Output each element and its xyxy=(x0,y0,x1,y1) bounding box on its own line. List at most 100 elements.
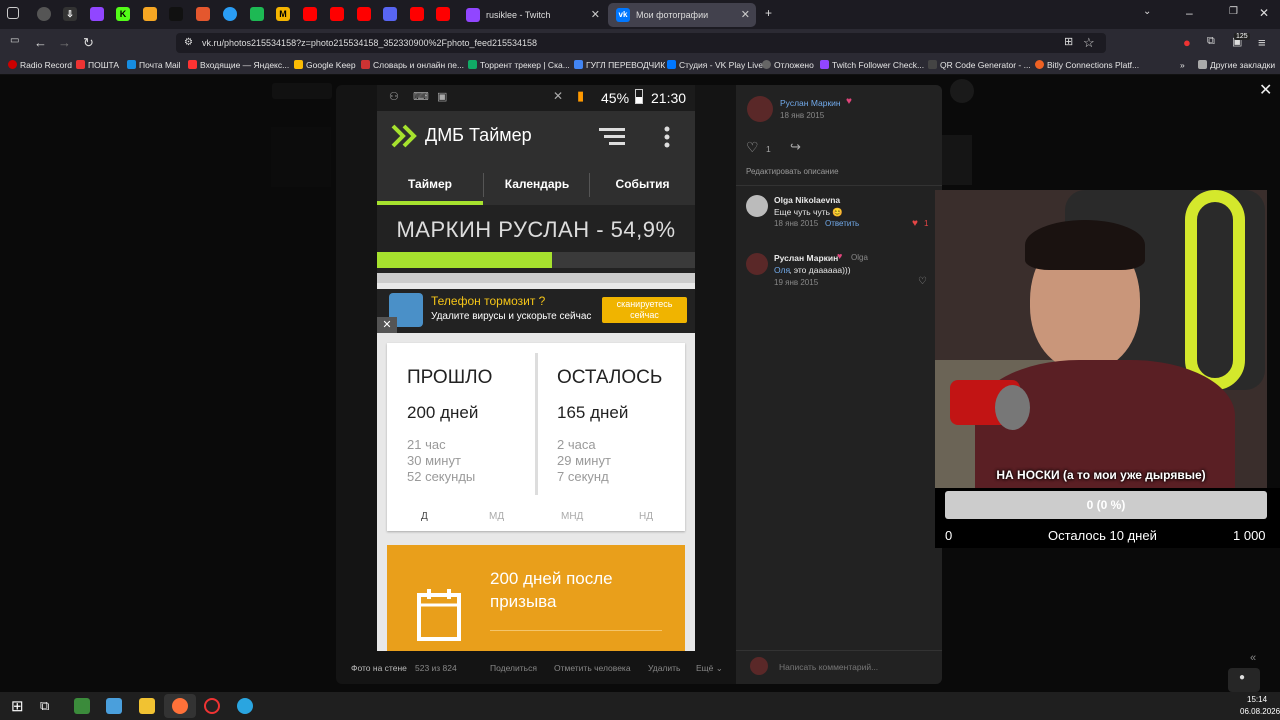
comment-author[interactable]: Руслан Маркин xyxy=(774,253,838,263)
ad-close-icon[interactable]: ✕ xyxy=(377,317,397,333)
comment-author[interactable]: Olga Nikolaevna xyxy=(774,195,840,205)
tab-vk-photos[interactable]: vk Мои фотографии ✕ xyxy=(608,3,756,27)
app-icon[interactable] xyxy=(106,698,122,714)
calculator-icon[interactable] xyxy=(74,698,90,714)
avatar[interactable] xyxy=(746,253,768,275)
briefcase-icon: ▣ xyxy=(437,91,448,103)
donation-tab-icon[interactable] xyxy=(143,7,157,21)
site-tab-icon-3[interactable] xyxy=(250,7,264,21)
delete-link[interactable]: Удалить xyxy=(648,663,680,673)
chevron-down-icon[interactable]: ⌄ xyxy=(1143,6,1151,17)
like-icon[interactable]: ♡ xyxy=(746,139,759,156)
unit-mnd[interactable]: МНД xyxy=(561,511,583,522)
bookmark-item[interactable]: ГУГЛ ПЕРЕВОДЧИК xyxy=(574,57,665,74)
comment-like-icon[interactable]: ♥ xyxy=(912,218,918,229)
globe-icon[interactable] xyxy=(37,7,51,21)
telegram-icon[interactable] xyxy=(237,698,253,714)
bookmark-item[interactable]: Отложено xyxy=(762,57,814,74)
edit-description-link[interactable]: Редактировать описание xyxy=(746,167,839,176)
site-tab-icon-5[interactable] xyxy=(383,7,397,21)
site-tab-icon[interactable] xyxy=(169,7,183,21)
bookmark-item[interactable]: Google Keep xyxy=(294,57,356,74)
file-explorer-icon[interactable] xyxy=(139,698,155,714)
chat-button[interactable]: ● xyxy=(1228,668,1260,692)
avatar[interactable] xyxy=(747,96,773,122)
site-tab-icon-4[interactable]: M xyxy=(276,7,290,21)
new-tab-icon[interactable]: + xyxy=(765,6,772,20)
bookmark-item[interactable]: ПОШТА xyxy=(76,57,119,74)
clock-date[interactable]: 06.08.2026 xyxy=(1240,707,1280,716)
telegram-tab-icon[interactable] xyxy=(223,7,237,21)
sidebar-toggle-icon[interactable]: ▭ xyxy=(10,35,19,46)
album-link[interactable]: Фото на стене xyxy=(351,663,407,673)
collapse-icon[interactable]: « xyxy=(1250,652,1256,664)
youtube-tab-icon-2[interactable] xyxy=(330,7,344,21)
unit-nd[interactable]: НД xyxy=(639,511,653,522)
bookmark-item[interactable]: Студия - VK Play Live xyxy=(667,57,763,74)
tab-calendar[interactable]: Календарь xyxy=(484,163,590,205)
extension-icon[interactable]: ● xyxy=(1183,35,1191,50)
comment-input[interactable]: Написать комментарий... xyxy=(779,662,878,672)
forward-icon[interactable]: → xyxy=(58,35,71,50)
clock-time[interactable]: 15:14 xyxy=(1247,695,1267,704)
ad-scan-button[interactable]: сканируетесь сейчас xyxy=(602,297,687,323)
filter-icon[interactable] xyxy=(599,127,625,145)
tab-list-icon[interactable] xyxy=(7,7,19,19)
firefox-icon[interactable] xyxy=(172,698,188,714)
bookmark-item[interactable]: Словарь и онлайн пе... xyxy=(361,57,464,74)
more-link[interactable]: Ещё ⌄ xyxy=(696,663,723,674)
youtube-tab-icon[interactable] xyxy=(303,7,317,21)
event-card[interactable]: 200 дней после призыва xyxy=(387,545,685,651)
reply-link[interactable]: Ответить xyxy=(825,219,859,228)
bookmark-star-icon[interactable]: ☆ xyxy=(1083,35,1095,51)
reload-icon[interactable]: ↻ xyxy=(83,35,94,51)
unit-day[interactable]: Д xyxy=(421,511,428,522)
comment-mention[interactable]: Оля xyxy=(774,265,790,275)
bookmark-item[interactable]: Входящие — Яндекс... xyxy=(188,57,289,74)
back-icon[interactable]: ← xyxy=(34,35,47,50)
share-link[interactable]: Поделиться xyxy=(490,663,537,673)
bookmark-item[interactable]: Twitch Follower Check... xyxy=(820,57,924,74)
site-info-icon[interactable]: ⚙ xyxy=(184,33,193,53)
kick-tab-icon[interactable]: K xyxy=(116,7,130,21)
bookmark-item[interactable]: Почта Mail xyxy=(127,57,181,74)
start-icon[interactable]: ⊞ xyxy=(11,697,24,715)
ad-banner[interactable]: Телефон тормозит ? Удалите вирусы и уско… xyxy=(377,289,695,333)
tab-timer[interactable]: Таймер xyxy=(377,163,483,205)
tab-twitch[interactable]: rusiklee - Twitch ✕ xyxy=(458,3,606,27)
address-bar[interactable]: ⚙ vk.ru/photos215534158?z=photo215534158… xyxy=(176,33,1106,53)
youtube-tab-icon-4[interactable] xyxy=(410,7,424,21)
avatar[interactable] xyxy=(746,195,768,217)
share-icon[interactable]: ↪ xyxy=(790,139,801,155)
tag-person-link[interactable]: Отметить человека xyxy=(554,663,631,673)
restore-icon[interactable]: ❐ xyxy=(1229,6,1238,17)
comment-reply-to[interactable]: Olga xyxy=(851,253,868,262)
unit-md[interactable]: МД xyxy=(489,511,504,522)
bookmark-item[interactable]: Radio Record xyxy=(8,57,72,74)
menu-icon[interactable]: ≡ xyxy=(1258,35,1266,50)
phone-screenshot[interactable]: ⚇ ⌨ ▣ ✕ ▮ 45% 21:30 ДМБ Таймер Таймер Ка… xyxy=(377,85,695,651)
comment-like-icon[interactable]: ♡ xyxy=(918,276,927,287)
close-tab-icon[interactable]: ✕ xyxy=(591,3,600,27)
minimize-icon[interactable]: – xyxy=(1186,6,1193,20)
reader-view-icon[interactable]: ⊞ xyxy=(1064,35,1073,48)
bookmark-item[interactable]: Bitly Connections Platf... xyxy=(1035,57,1139,74)
close-viewer-icon[interactable]: ✕ xyxy=(1259,80,1272,100)
youtube-tab-icon-3[interactable] xyxy=(357,7,371,21)
task-view-icon[interactable]: ⧉ xyxy=(40,698,49,714)
tab-events[interactable]: События xyxy=(590,163,695,205)
close-window-icon[interactable]: ✕ xyxy=(1259,6,1269,20)
youtube-tab-icon-5[interactable] xyxy=(436,7,450,21)
bookmarks-overflow-icon[interactable]: » xyxy=(1180,57,1185,74)
twitch-tab-icon[interactable] xyxy=(90,7,104,21)
download-icon[interactable]: ⇩ xyxy=(63,7,77,21)
author-name[interactable]: Руслан Маркин xyxy=(780,98,841,108)
site-tab-icon-2[interactable] xyxy=(196,7,210,21)
bookmark-item[interactable]: Торрент трекер | Ска... xyxy=(468,57,570,74)
extensions-icon[interactable]: ⧉ xyxy=(1207,35,1215,48)
bookmark-item[interactable]: QR Code Generator - ... xyxy=(928,57,1031,74)
close-tab-icon[interactable]: ✕ xyxy=(741,3,750,27)
obs-icon[interactable] xyxy=(204,698,220,714)
bookmark-folder[interactable]: Другие закладки xyxy=(1198,57,1275,74)
more-vertical-icon[interactable] xyxy=(664,126,670,148)
